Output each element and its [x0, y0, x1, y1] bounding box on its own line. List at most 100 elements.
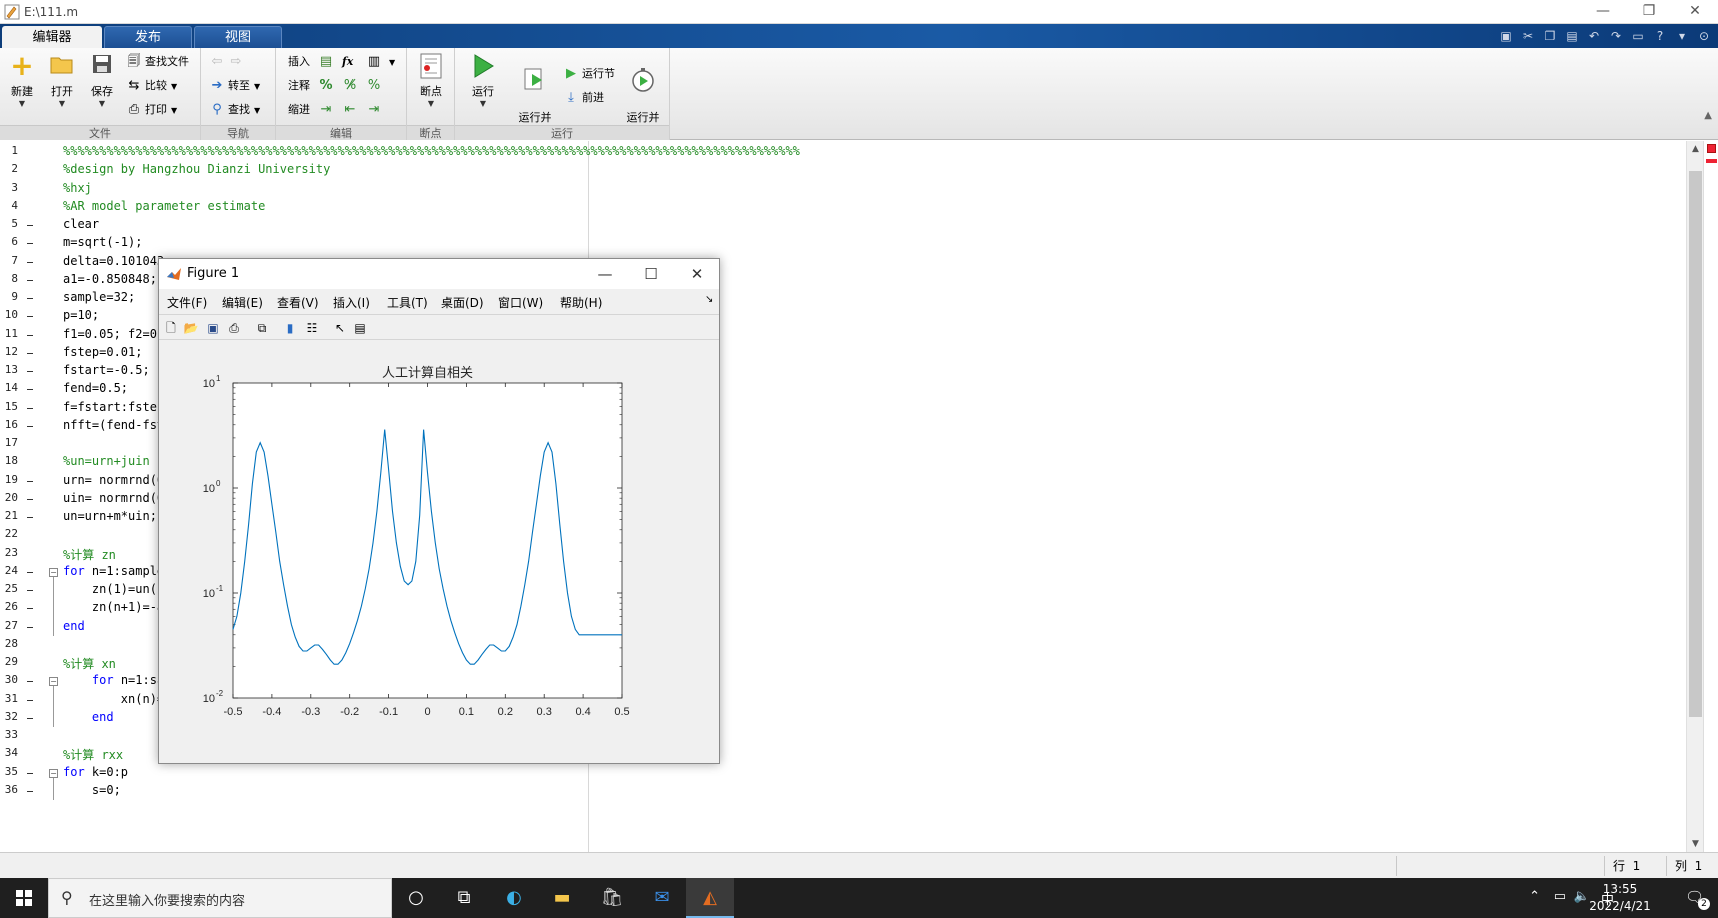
menu-edit[interactable]: 编辑(E)	[222, 294, 263, 311]
code-line[interactable]: un=urn+m*uin;	[63, 509, 157, 523]
insert-button[interactable]: 插入	[288, 52, 310, 72]
code-fold-toggle[interactable]: −	[49, 768, 58, 778]
copy-icon[interactable]: ❐	[1540, 27, 1560, 45]
breakpoint-slot[interactable]	[27, 626, 33, 628]
network-icon[interactable]: ▭	[1554, 889, 1566, 904]
print-figure-icon[interactable]: ⎙	[225, 319, 243, 337]
breakpoint-slot[interactable]	[27, 407, 33, 409]
insert-legend-icon[interactable]: ☷	[303, 319, 321, 337]
code-line[interactable]: %hxj	[63, 181, 92, 195]
comment-percent-icon[interactable]: %	[318, 76, 337, 96]
increase-indent-icon[interactable]: ⇥	[366, 100, 385, 120]
code-line[interactable]: delta=0.101043	[63, 254, 164, 268]
menu-tools[interactable]: 工具(T)	[387, 294, 428, 311]
close-button[interactable]: ✕	[1672, 0, 1718, 24]
comment-button[interactable]: 注释	[288, 76, 310, 96]
insert-section-icon[interactable]: ▤	[318, 52, 337, 72]
breakpoint-slot[interactable]	[27, 334, 33, 336]
decrease-indent-icon[interactable]: ⇤	[342, 100, 361, 120]
code-line[interactable]: %un=urn+juin	[63, 454, 150, 468]
code-line[interactable]: zn(n+1)=-a	[63, 600, 164, 614]
taskbar-clock[interactable]: 13:55 2022/4/21	[1580, 881, 1660, 915]
insert-colorbar-icon[interactable]: ▮	[281, 319, 299, 337]
code-line[interactable]: f1=0.05; f2=0.	[63, 327, 164, 341]
file-explorer-icon[interactable]: ▬	[538, 878, 586, 918]
breakpoint-slot[interactable]	[27, 517, 33, 518]
back-forward-buttons[interactable]: ⇦ ⇨	[209, 52, 247, 72]
property-inspector-icon[interactable]: ▤	[351, 319, 369, 337]
breakpoints-button[interactable]: 断点 ▼	[413, 53, 449, 108]
code-line[interactable]: %计算 xn	[63, 655, 116, 672]
matlab-taskbar-icon[interactable]: ◭	[686, 878, 734, 918]
code-line[interactable]: for n=1:sample	[63, 564, 164, 578]
paste-icon[interactable]: ▤	[1562, 27, 1582, 45]
breakpoint-slot[interactable]	[27, 571, 33, 573]
breakpoint-slot[interactable]	[27, 261, 33, 263]
menu-insert[interactable]: 插入(I)	[333, 294, 370, 311]
code-line[interactable]: f=fstart:fstep	[63, 400, 164, 414]
find-files-button[interactable]: 🗐 查找文件	[126, 52, 190, 72]
find-button[interactable]: ⚲ 查找 ▼	[209, 100, 260, 120]
code-line[interactable]: urn= normrnd(0	[63, 473, 164, 487]
tab-view[interactable]: 视图	[194, 26, 282, 48]
code-line[interactable]: clear	[63, 217, 99, 231]
task-view-icon[interactable]: ⧉	[440, 878, 488, 918]
new-figure-icon[interactable]: 🗋	[162, 319, 180, 337]
breakpoint-slot[interactable]	[27, 480, 33, 482]
breakpoint-slot[interactable]	[27, 316, 33, 318]
scrollbar-thumb[interactable]	[1689, 171, 1702, 717]
redo-icon[interactable]: ↷	[1606, 27, 1626, 45]
code-line[interactable]: end	[63, 619, 85, 633]
autocorrelation-chart[interactable]: 人工计算自相关 -0.5 -0.4 -0.3 -0.2 -0.1 0 0.1 0.2 0.3 0.4…	[159, 341, 719, 763]
code-line[interactable]: p=10;	[63, 308, 99, 322]
code-line[interactable]: for n=1:sa	[63, 673, 164, 687]
options-icon[interactable]: ▾	[1672, 27, 1692, 45]
tray-chevron-up-icon[interactable]: ⌃	[1529, 889, 1540, 904]
expand-toolstrip-icon[interactable]: ⊙	[1694, 27, 1714, 45]
code-line[interactable]: %%%%%%%%%%%%%%%%%%%%%%%%%%%%%%%%%%%%%%%%…	[63, 144, 800, 158]
figure-maximize-button[interactable]: ☐	[631, 262, 671, 286]
figure-window[interactable]: Figure 1 — ☐ ✕ 文件(F) 编辑(E) 查看(V) 插入(I) 工…	[158, 258, 720, 764]
save-icon[interactable]: ▣	[1496, 27, 1516, 45]
code-line[interactable]: %计算 rxx	[63, 746, 123, 763]
editor-vertical-scrollbar[interactable]: ▲ ▼	[1686, 141, 1703, 852]
figure-minimize-button[interactable]: —	[585, 262, 625, 286]
menu-desktop[interactable]: 桌面(D)	[441, 294, 484, 311]
code-fold-toggle[interactable]: −	[49, 567, 58, 577]
breakpoint-slot[interactable]	[27, 352, 33, 354]
pointer-icon[interactable]: ↖	[331, 319, 349, 337]
code-line[interactable]: sample=32;	[63, 290, 135, 304]
scroll-down-arrow-icon[interactable]: ▼	[1687, 836, 1704, 852]
run-button[interactable]: 运行 ▼	[465, 53, 501, 108]
breakpoint-slot[interactable]	[27, 279, 33, 281]
code-line[interactable]: a1=-0.850848;	[63, 272, 157, 286]
menu-help[interactable]: 帮助(H)	[560, 294, 602, 311]
breakpoint-slot[interactable]	[27, 590, 33, 591]
open-button[interactable]: 打开 ▼	[44, 53, 80, 108]
advance-button[interactable]: ⤓ 前进	[563, 88, 604, 108]
code-line[interactable]: fstart=-0.5;	[63, 363, 150, 377]
breakpoint-slot[interactable]	[27, 425, 33, 427]
tab-publish[interactable]: 发布	[104, 26, 192, 48]
breakpoint-slot[interactable]	[27, 608, 33, 610]
help-icon[interactable]: ?	[1650, 27, 1670, 45]
menu-file[interactable]: 文件(F)	[167, 294, 207, 311]
breakpoint-slot[interactable]	[27, 772, 33, 774]
switch-windows-icon[interactable]: ▭	[1628, 27, 1648, 45]
code-line[interactable]: s=0;	[63, 783, 121, 797]
taskbar-search-box[interactable]: ⚲ 在这里输入你要搜索的内容	[48, 878, 392, 918]
figure-canvas[interactable]: 人工计算自相关 -0.5 -0.4 -0.3 -0.2 -0.1 0 0.1 0.2 0.3 0.4…	[159, 341, 719, 763]
breakpoint-slot[interactable]	[27, 699, 33, 701]
breakpoint-slot[interactable]	[27, 243, 33, 245]
code-line[interactable]: for k=0:p	[63, 765, 128, 779]
code-line[interactable]: %design by Hangzhou Dianzi University	[63, 162, 330, 176]
code-line[interactable]: %计算 zn	[63, 546, 116, 563]
save-button[interactable]: 保存 ▼	[84, 53, 120, 108]
uncomment-icon[interactable]: %̸	[342, 76, 361, 96]
breakpoint-slot[interactable]	[27, 717, 33, 719]
code-line[interactable]: uin= normrnd(0	[63, 491, 164, 505]
smart-indent-icon[interactable]: ⇥	[318, 100, 337, 120]
mail-icon[interactable]: ✉	[638, 878, 686, 918]
breakpoint-slot[interactable]	[27, 498, 33, 500]
code-line[interactable]: nfft=(fend-fst	[63, 418, 164, 432]
